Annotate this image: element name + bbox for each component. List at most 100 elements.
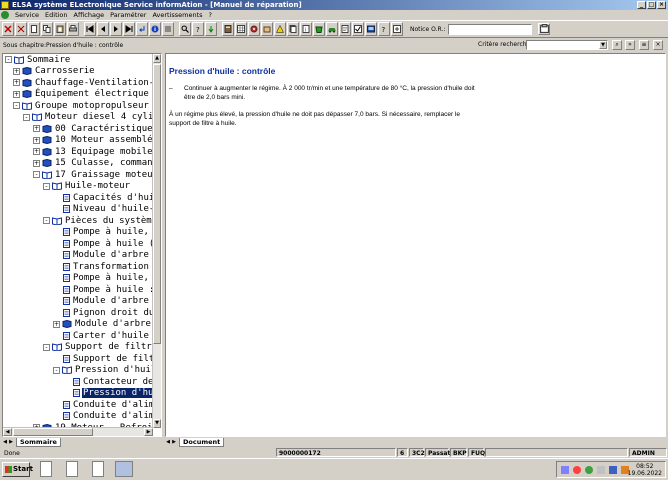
doc-tab-next-icon[interactable]: ▶ bbox=[171, 439, 177, 445]
documents-button[interactable] bbox=[287, 22, 299, 36]
parts-button[interactable] bbox=[261, 22, 273, 36]
tree-node[interactable]: + Équipement électrique bbox=[13, 89, 150, 100]
menu-help[interactable]: ? bbox=[206, 11, 215, 19]
back-button[interactable] bbox=[136, 22, 148, 36]
search-button[interactable] bbox=[179, 22, 191, 36]
tree-node[interactable]: - Moteur diesel 4 cylin bbox=[23, 112, 153, 123]
order-button[interactable] bbox=[538, 23, 551, 35]
minimize-button[interactable]: _ bbox=[637, 1, 646, 9]
menu-service[interactable]: Service bbox=[12, 11, 42, 19]
tree-node[interactable]: - Pression d'huile bbox=[53, 365, 153, 376]
menu-edition[interactable]: Edition bbox=[42, 11, 71, 19]
tree-node[interactable]: Pompe à huile, c bbox=[53, 227, 153, 238]
expand-icon[interactable]: + bbox=[33, 148, 40, 155]
close-button[interactable]: × bbox=[657, 1, 666, 9]
tree-node[interactable]: + Carrosserie bbox=[13, 66, 96, 77]
tree-node[interactable]: Contacteur de bbox=[63, 376, 153, 387]
expand-icon[interactable]: + bbox=[33, 159, 40, 167]
arrow-down-button[interactable] bbox=[205, 22, 217, 36]
help2-button[interactable]: ? bbox=[378, 22, 390, 36]
warning-button[interactable] bbox=[274, 22, 286, 36]
collapse-icon[interactable]: - bbox=[23, 113, 30, 121]
collapse-icon[interactable]: - bbox=[13, 102, 20, 109]
tree-node[interactable]: Pression d'hui bbox=[63, 388, 153, 399]
tree-horizontal-scrollbar[interactable]: ◀ ▶ bbox=[3, 427, 153, 436]
tree-node[interactable]: - Huile-moteur bbox=[43, 181, 131, 192]
help-button[interactable]: ? bbox=[192, 22, 204, 36]
tree-node[interactable]: Module d'arbre c bbox=[53, 296, 153, 307]
tree-node[interactable]: - Support de filtre bbox=[43, 342, 153, 353]
tree-node[interactable]: Pompe à huile, c bbox=[53, 273, 153, 284]
tab-next-icon[interactable]: ▶ bbox=[8, 439, 14, 445]
gear-button[interactable] bbox=[248, 22, 260, 36]
tree-node[interactable]: Capacités d'huil bbox=[53, 192, 153, 203]
print-button[interactable] bbox=[67, 22, 79, 36]
tree-node[interactable]: +00 Caractéristiques bbox=[33, 123, 153, 134]
tree-node[interactable]: Conduite d'alime bbox=[53, 411, 153, 422]
antivirus-icon[interactable] bbox=[573, 466, 581, 474]
taskbar-elsa-icon[interactable] bbox=[115, 461, 133, 477]
expand-icon[interactable]: + bbox=[13, 90, 20, 98]
tree-node[interactable]: - Pièces du système bbox=[43, 215, 153, 226]
check-button[interactable] bbox=[352, 22, 364, 36]
taskbar-document-icon[interactable] bbox=[66, 461, 78, 477]
expand-icon[interactable]: + bbox=[33, 136, 40, 144]
expand-icon[interactable]: + bbox=[33, 125, 40, 132]
sheet-button[interactable] bbox=[339, 22, 351, 36]
tree-node[interactable]: - Groupe motopropulseur bbox=[13, 100, 150, 111]
tab-sommaire[interactable]: Sommaire bbox=[16, 437, 61, 447]
tree-node[interactable]: Pompe à huile (s bbox=[53, 238, 153, 249]
tree-node[interactable]: Pignon droit du bbox=[53, 307, 153, 318]
next-button[interactable] bbox=[110, 22, 122, 36]
collapse-icon[interactable]: - bbox=[43, 343, 50, 351]
criteria-select[interactable]: ▼ bbox=[526, 40, 608, 50]
expand-icon[interactable]: + bbox=[53, 320, 60, 328]
copy-button[interactable] bbox=[41, 22, 53, 36]
tree-vertical-scrollbar[interactable]: ▲ ▼ bbox=[152, 54, 161, 428]
search-next-button[interactable]: » bbox=[625, 40, 635, 50]
tree-node[interactable]: Transformation e bbox=[53, 261, 153, 272]
tray-app-icon[interactable] bbox=[609, 466, 617, 474]
search-options-button[interactable]: ≡ bbox=[639, 40, 649, 50]
tree-node[interactable]: Carter d'huile : bbox=[53, 330, 153, 341]
first-button[interactable] bbox=[84, 22, 96, 36]
search-clear-button[interactable]: × bbox=[653, 40, 663, 50]
expand-icon[interactable]: + bbox=[13, 79, 20, 86]
network-icon[interactable] bbox=[561, 466, 569, 474]
collapse-icon[interactable]: - bbox=[43, 182, 50, 190]
tree-node[interactable]: +10 Moteur assemblé, bbox=[33, 135, 153, 146]
new-button[interactable] bbox=[28, 22, 40, 36]
collapse-icon[interactable]: - bbox=[53, 366, 60, 374]
tree-node[interactable]: - 17 Graissage moteur bbox=[33, 169, 153, 180]
tree-node[interactable]: Conduite d'alime bbox=[53, 399, 153, 410]
tree-node[interactable]: Support de filtr bbox=[53, 353, 153, 364]
previous-button[interactable] bbox=[97, 22, 109, 36]
tree-node[interactable]: +15 Culasse, commande bbox=[33, 158, 153, 169]
maximize-button[interactable]: □ bbox=[647, 1, 656, 9]
diagnosis-button[interactable] bbox=[365, 22, 377, 36]
menu-affichage[interactable]: Affichage bbox=[71, 11, 108, 19]
collapse-icon[interactable]: - bbox=[33, 171, 40, 178]
bookmark-button[interactable] bbox=[162, 22, 174, 36]
tree-hscroll-thumb[interactable] bbox=[13, 428, 93, 436]
delete-button[interactable] bbox=[15, 22, 27, 36]
last-button[interactable] bbox=[123, 22, 135, 36]
scroll-right-icon[interactable]: ▶ bbox=[144, 428, 153, 436]
exit-button[interactable] bbox=[2, 22, 14, 36]
tree-node[interactable]: - Sommaire bbox=[5, 54, 71, 65]
expand-icon[interactable]: + bbox=[13, 67, 20, 75]
tree-node[interactable]: Niveau d'huile-m bbox=[53, 204, 153, 215]
order-input[interactable] bbox=[448, 23, 533, 35]
scroll-down-icon[interactable]: ▼ bbox=[153, 419, 161, 428]
workshop-button[interactable] bbox=[222, 22, 234, 36]
tree-node[interactable]: Module d'arbre c bbox=[53, 250, 153, 261]
tree-node[interactable]: +13 Equipage mobile, bbox=[33, 146, 153, 157]
tree-node[interactable]: Pompe à huile : bbox=[53, 284, 153, 295]
menu-parametrer[interactable]: Paramétrer bbox=[107, 11, 149, 19]
settings-button[interactable] bbox=[391, 22, 403, 36]
tab-document[interactable]: Document bbox=[179, 437, 225, 447]
chevron-down-icon[interactable]: ▼ bbox=[599, 41, 607, 49]
clock[interactable]: 08:52 19.06.2022 bbox=[628, 463, 662, 477]
car-button[interactable] bbox=[326, 22, 338, 36]
speaker-icon[interactable] bbox=[597, 466, 605, 474]
